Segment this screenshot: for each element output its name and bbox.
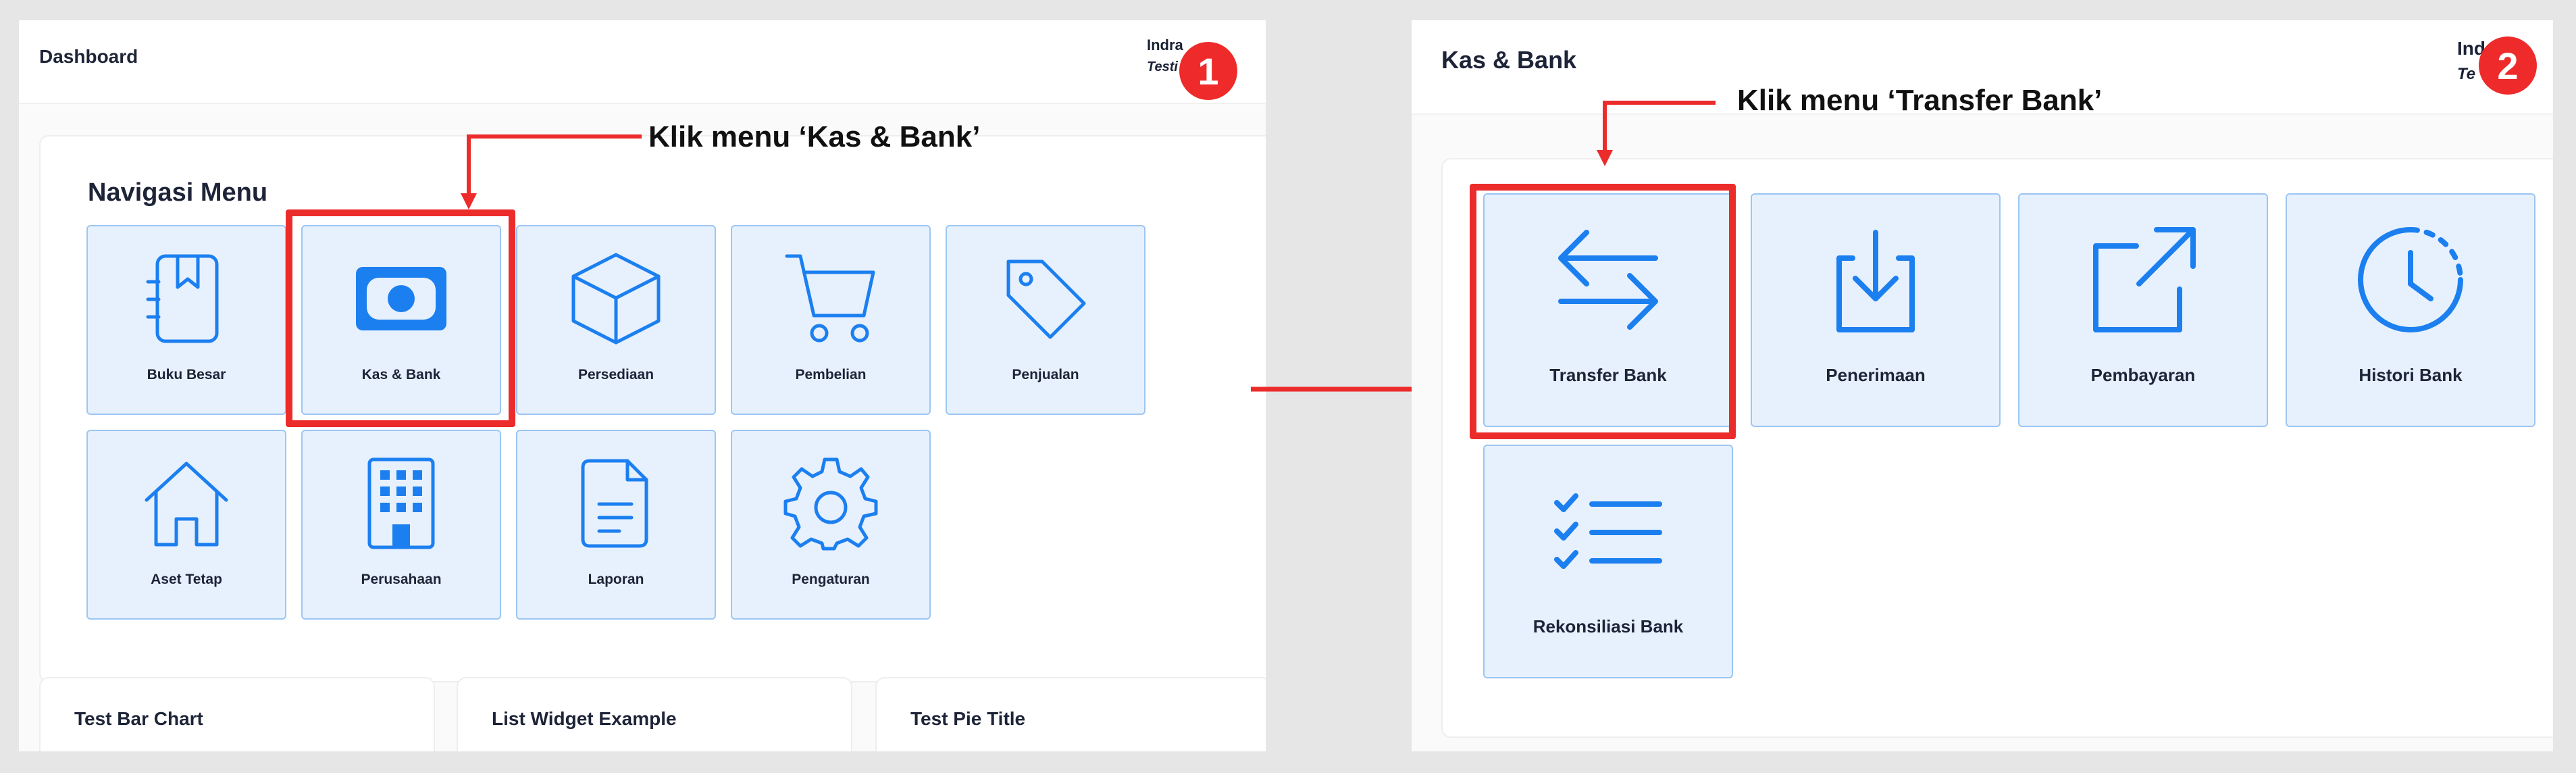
step1-badge: 1 xyxy=(1179,42,1237,100)
external-link-icon xyxy=(2093,227,2196,332)
menu-tile-laporan[interactable]: Laporan xyxy=(516,430,716,620)
house-icon xyxy=(145,462,228,547)
tile-label: Perusahaan xyxy=(361,572,442,587)
menu-tile-perusahaan[interactable]: Perusahaan xyxy=(301,430,501,620)
checklist-icon xyxy=(1554,493,1662,569)
step2-instruction: Klik menu ‘Transfer Bank’ xyxy=(1737,84,2103,117)
tile-label: Penerimaan xyxy=(1826,365,1926,385)
menu-tile-pengaturan[interactable]: Pengaturan xyxy=(731,430,931,620)
tile-label: Laporan xyxy=(588,572,644,587)
widget-title: List Widget Example xyxy=(492,708,677,729)
tile-label: Pengaturan xyxy=(792,572,870,587)
tile-label: Buku Besar xyxy=(147,367,226,382)
menu-tile-penerimaan[interactable]: Penerimaan xyxy=(1751,193,2001,427)
menu-tile-buku-besar[interactable]: Buku Besar xyxy=(86,225,286,415)
building-icon xyxy=(367,457,435,549)
highlight-kas-bank xyxy=(286,209,515,427)
company-name: Testi xyxy=(1147,59,1178,74)
download-tray-icon xyxy=(1836,230,1915,332)
widget-list: List Widget Example xyxy=(457,677,852,751)
box-icon xyxy=(571,253,661,345)
ledger-book-icon xyxy=(146,254,219,343)
menu-tile-persediaan[interactable]: Persediaan xyxy=(516,225,716,415)
document-icon xyxy=(581,459,648,548)
menu-tile-rekonsiliasi-bank[interactable]: Rekonsiliasi Bank xyxy=(1483,445,1733,678)
arrow-to-transfer-bank xyxy=(1597,101,1716,166)
step1-instruction: Klik menu ‘Kas & Bank’ xyxy=(648,120,981,153)
menu-tile-pembelian[interactable]: Pembelian xyxy=(731,225,931,415)
widget-title: Test Pie Title xyxy=(910,708,1026,729)
menu-tile-aset-tetap[interactable]: Aset Tetap xyxy=(86,430,286,620)
gear-icon xyxy=(783,457,878,551)
cart-icon xyxy=(785,254,875,343)
section-title: Navigasi Menu xyxy=(88,178,268,207)
company-name: Te xyxy=(2457,65,2476,83)
clock-history-icon xyxy=(2358,227,2463,332)
widget-bar-chart: Test Bar Chart xyxy=(39,677,435,751)
tile-label: Aset Tetap xyxy=(151,572,222,587)
tile-label: Rekonsiliasi Bank xyxy=(1532,616,1684,637)
top-bar: Dashboard Indra Testi xyxy=(19,20,1266,104)
menu-tile-histori-bank[interactable]: Histori Bank xyxy=(2286,193,2535,427)
menu-tile-penjualan[interactable]: Penjualan xyxy=(946,225,1145,415)
page-title: Dashboard xyxy=(39,46,138,67)
tile-label: Pembelian xyxy=(795,367,867,382)
arrow-to-kas-bank xyxy=(461,134,642,209)
step2-badge: 2 xyxy=(2479,36,2537,95)
tile-label: Pembayaran xyxy=(2090,365,2196,385)
tile-label: Histori Bank xyxy=(2359,365,2463,385)
tile-label: Persediaan xyxy=(577,367,654,382)
widget-title: Test Bar Chart xyxy=(74,708,203,729)
highlight-transfer-bank xyxy=(1470,184,1736,439)
tag-icon xyxy=(1006,259,1086,339)
widget-pie-chart: Test Pie Title xyxy=(875,677,1266,751)
menu-tile-pembayaran[interactable]: Pembayaran xyxy=(2018,193,2268,427)
tile-label: Penjualan xyxy=(1012,367,1079,382)
user-name[interactable]: Indra xyxy=(1147,36,1183,54)
page-title: Kas & Bank xyxy=(1441,46,1577,74)
